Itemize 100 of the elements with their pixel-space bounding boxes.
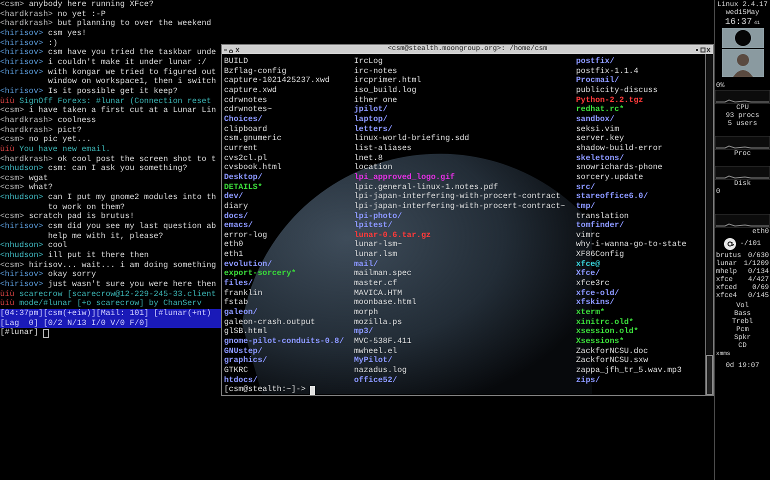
file-name: eth1 — [224, 250, 244, 260]
chat-nick: <hirisov> — [0, 58, 44, 68]
chat-nick: <csm> — [0, 0, 24, 10]
file-name: tomfinder/ — [576, 221, 624, 231]
chat-message: to work on them? — [47, 202, 126, 212]
file-name: postfix/ — [576, 57, 614, 67]
chat-nick: ùíù — [0, 144, 14, 154]
file-name: location — [354, 163, 392, 173]
file-name: mwheel.el — [354, 346, 398, 356]
file-name: evolution/ — [224, 260, 272, 269]
chat-message: but planning to over the weekend — [58, 19, 212, 29]
window-menu-icon[interactable] — [224, 46, 240, 52]
file-name: DETAILS* — [224, 182, 262, 192]
chat-nick: <csm> — [0, 260, 24, 270]
file-name: lnet.8 — [354, 154, 383, 163]
file-name: shadow-build-error — [576, 144, 662, 154]
file-name: seksi.vim — [576, 124, 620, 134]
chat-nick: <csm> — [0, 174, 24, 184]
file-name: fstab — [224, 298, 248, 308]
window-controls-icon[interactable] — [695, 46, 711, 52]
file-name: eth0 — [224, 240, 244, 250]
file-name: MVC-538F.411 — [354, 337, 412, 347]
scrollbar[interactable] — [705, 54, 713, 395]
chat-message: csm have you tried the taskbar unde — [48, 48, 216, 58]
file-name: xsession.old* — [576, 327, 638, 337]
chat-message: :) — [48, 38, 58, 48]
file-name: xinitrc.old* — [576, 318, 634, 327]
file-name: galeon-crash.output — [224, 318, 316, 327]
file-name: jpilot/ — [354, 105, 388, 115]
file-name: master.cf — [354, 279, 398, 289]
file-name: cdrwnotes~ — [224, 105, 272, 115]
chat-nick: <hirisov> — [0, 280, 44, 290]
file-name: cdrwnotes — [224, 96, 268, 105]
input-field[interactable] — [43, 328, 50, 338]
chat-nick: ùíù — [0, 96, 14, 106]
file-name: lunar.lsm — [354, 250, 398, 260]
chat-message: pict? — [58, 126, 82, 136]
chat-nick: <hirisov> — [0, 270, 44, 280]
file-name: mozilla.ps — [354, 318, 402, 327]
file-name: capture-1021425237.xwd — [224, 76, 330, 86]
file-name: stareoffice6.0/ — [576, 192, 648, 202]
mail-icon — [724, 238, 736, 250]
file-name: snowrichards-phone — [576, 163, 662, 173]
file-name: tmp/ — [576, 202, 596, 212]
file-name: lpi-photo/ — [354, 212, 402, 221]
avatar-placeholder — [722, 49, 764, 77]
chat-message: window on workspace1, then i switch — [47, 77, 218, 87]
file-name: dev/ — [224, 192, 244, 202]
file-name: Desktop/ — [224, 172, 262, 183]
file-name: files/ — [224, 279, 253, 289]
chat-message: Is it possible get it keep? — [48, 86, 178, 97]
file-name: emacs/ — [224, 221, 253, 231]
file-name: BUILD — [224, 57, 248, 67]
file-name: Bzflag-config — [224, 66, 286, 76]
file-name: cvs2cl.pl — [224, 154, 268, 163]
file-name: irc-notes — [354, 66, 398, 76]
file-name: sorcery.update — [576, 172, 644, 183]
file-name: current — [224, 144, 258, 154]
chat-message: no yet :-P — [58, 10, 106, 19]
moon-phase-icon — [722, 28, 764, 48]
chat-nick: <hardkrash> — [0, 116, 53, 126]
file-name: lpi-japan-interfering-with-procert-contract — [354, 192, 560, 202]
chat-message: mode/#lunar [+o scarecrow] by ChanServ — [19, 299, 202, 309]
file-name: Procmail/ — [576, 76, 620, 86]
file-name: xfce3rc — [576, 279, 610, 289]
file-name: XF86Config — [576, 250, 624, 260]
chat-message: can I put my gnome2 modules into th — [48, 193, 216, 203]
file-name: htdocs/ — [224, 376, 258, 385]
file-name: Choices/ — [224, 114, 262, 125]
file-name: postfix-1.1.4 — [576, 66, 638, 76]
file-name: xterm* — [576, 308, 605, 318]
file-name: office52/ — [354, 376, 398, 386]
chat-nick: <hardkrash> — [0, 10, 53, 19]
file-name: capture.xwd — [224, 86, 277, 96]
chat-message: cool — [48, 241, 68, 251]
channel-prompt: [#lunar] — [0, 328, 38, 338]
file-name: docs/ — [224, 212, 248, 221]
file-name: nazadus.log — [354, 366, 407, 376]
file-name: list-aliases — [354, 144, 412, 154]
chat-message: hirisov... wait... i am doing something — [28, 260, 216, 270]
file-name: redhat.rc* — [576, 105, 624, 115]
file-name: IrcLog — [354, 57, 383, 67]
file-name: ZackforNCSU.doc — [576, 346, 648, 356]
file-name: cvsbook.html — [224, 163, 282, 173]
chat-nick: <hirisov> — [0, 86, 44, 97]
file-name: ZackforNCSU.sxw — [576, 356, 648, 366]
chat-message: csm yes! — [48, 28, 86, 39]
file-name: gnome-pilot-conduits-0.8/ — [224, 337, 344, 347]
file-name: lpi_approved_logo.gif — [354, 172, 455, 183]
chat-nick: ùíù — [0, 299, 14, 309]
file-name: clipboard — [224, 124, 268, 134]
chat-nick: <hirisov> — [0, 48, 44, 58]
file-name: zips/ — [576, 376, 600, 386]
file-name: lunar-0.6.tar.gz — [354, 230, 431, 240]
chat-nick: <nhudson> — [0, 164, 44, 174]
chat-nick: <hirisov> — [0, 68, 44, 78]
file-name: zappa_jfh_tr_5.wav.mp3 — [576, 366, 682, 376]
chat-message: coolness — [58, 116, 96, 126]
chat-message: anybody here running XFce? — [28, 0, 154, 10]
file-name: xfskins/ — [576, 298, 614, 308]
